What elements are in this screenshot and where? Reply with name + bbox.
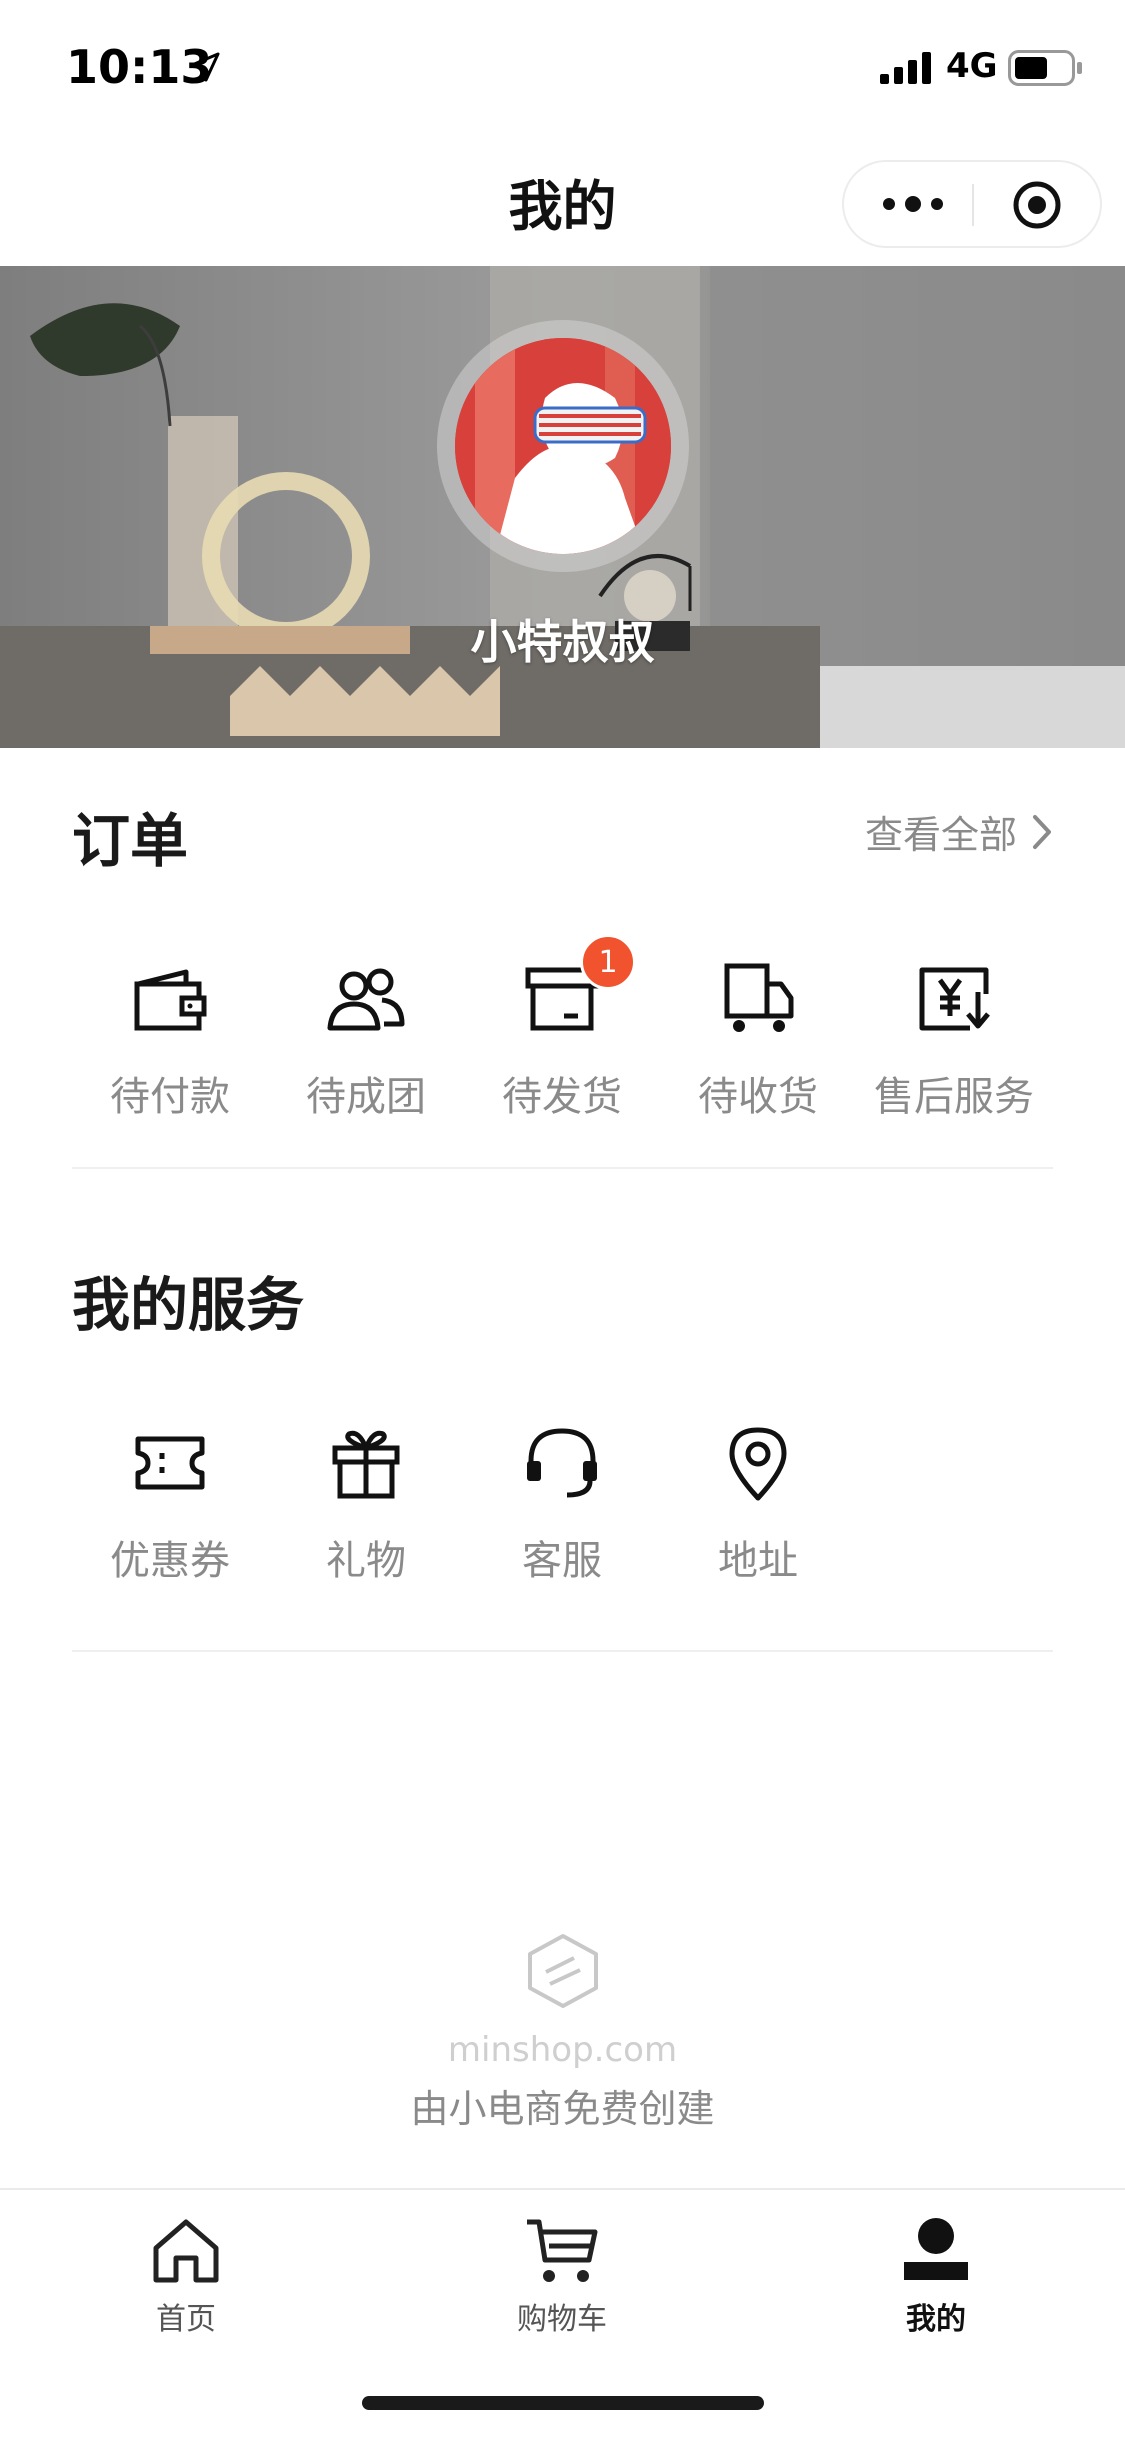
tab-label: 首页	[156, 2302, 216, 2337]
chevron-right-icon	[1033, 814, 1051, 849]
wallet-icon	[134, 969, 207, 1031]
view-all-orders-link[interactable]: 查看全部	[865, 804, 1053, 859]
home-icon	[153, 2219, 219, 2283]
tab-profile[interactable]: 我的	[836, 2216, 1036, 2338]
service-label: 优惠券	[110, 1538, 230, 1584]
order-status-pending-receipt[interactable]: 待收货	[660, 954, 856, 1122]
tab-home[interactable]: 首页	[86, 2216, 286, 2338]
order-status-label: 待发货	[502, 1074, 622, 1120]
headset-icon	[527, 1428, 597, 1498]
orders-section-title: 订单	[72, 807, 189, 875]
services-divider	[72, 1650, 1053, 1652]
service-label: 客服	[522, 1538, 602, 1584]
order-status-label: 售后服务	[874, 1074, 1034, 1120]
home-indicator	[362, 2396, 764, 2410]
user-icon	[904, 2218, 968, 2280]
avatar[interactable]	[455, 338, 671, 554]
avatar-image	[455, 338, 671, 554]
gift-icon	[332, 1430, 400, 1499]
navigation-bar: 我的	[0, 132, 1125, 266]
brand-domain: minshop.com	[447, 2030, 678, 2070]
tab-cart[interactable]: 购物车	[462, 2216, 662, 2338]
battery-icon	[1008, 50, 1082, 86]
service-gifts[interactable]: 礼物	[268, 1418, 464, 1586]
order-status-pending-shipment[interactable]: 1 待发货	[464, 934, 660, 1122]
order-status-pending-payment[interactable]: 待付款	[72, 954, 268, 1122]
mini-program-capsule	[842, 160, 1102, 248]
signal-icon	[880, 52, 931, 84]
order-status-pending-group[interactable]: 待成团	[268, 954, 464, 1122]
user-nickname: 小特叔叔	[470, 615, 655, 669]
close-target-icon[interactable]	[1012, 180, 1062, 230]
services-row: 优惠券 礼物 客服 地址	[72, 1418, 1053, 1586]
brand-note: 由小电商免费创建	[410, 2087, 715, 2131]
refund-yen-icon	[919, 967, 990, 1031]
service-address[interactable]: 地址	[660, 1418, 856, 1586]
minshop-logo-icon	[528, 1934, 598, 2008]
service-customer-support[interactable]: 客服	[464, 1418, 660, 1586]
location-pin-icon	[729, 1427, 787, 1501]
status-bar: 10:13 4G	[0, 0, 1125, 132]
order-status-label: 待成团	[306, 1074, 426, 1120]
order-status-row: 待付款 待成团 1 待发货 待收货 售后服务	[72, 934, 1053, 1122]
more-button[interactable]	[878, 182, 948, 226]
order-status-label: 待付款	[110, 1074, 230, 1120]
group-icon	[327, 968, 405, 1031]
cart-icon	[527, 2219, 598, 2282]
service-label: 礼物	[326, 1538, 406, 1584]
delivery-truck-icon	[724, 963, 794, 1032]
tab-label: 购物车	[517, 2302, 607, 2337]
more-dots-icon	[883, 196, 943, 212]
location-arrow-icon	[190, 52, 220, 82]
orders-divider	[72, 1167, 1053, 1169]
services-section-title: 我的服务	[72, 1271, 305, 1339]
capsule-divider	[972, 184, 974, 226]
order-status-label: 待收货	[698, 1074, 818, 1120]
service-coupons[interactable]: 优惠券	[72, 1418, 268, 1586]
service-label: 地址	[718, 1538, 798, 1584]
view-all-label: 查看全部	[864, 813, 1017, 857]
ticket-icon	[135, 1436, 205, 1490]
order-status-after-sales[interactable]: 售后服务	[856, 954, 1052, 1122]
network-label: 4G	[946, 46, 998, 86]
tab-label: 我的	[906, 2302, 966, 2337]
pending-shipment-badge: 1	[580, 934, 636, 990]
